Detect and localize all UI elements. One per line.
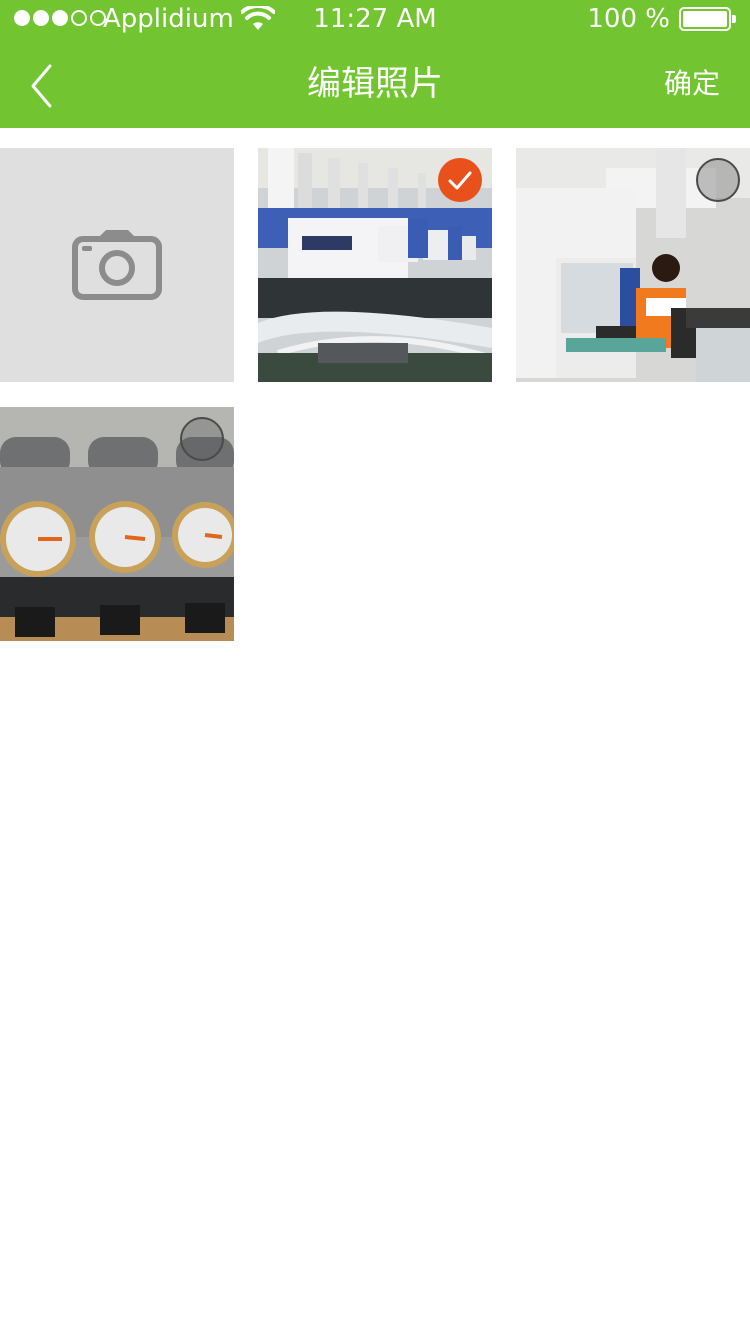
- battery-nub: [732, 15, 736, 23]
- confirm-button[interactable]: 确定: [664, 64, 720, 104]
- photo-thumbnail[interactable]: [516, 148, 750, 382]
- page-title: 编辑照片: [307, 64, 443, 104]
- checkmark-icon: [448, 171, 472, 190]
- battery-level: [683, 11, 727, 27]
- status-bar: Applidium 11:27 AM 100 %: [0, 0, 750, 40]
- top-bar: Applidium 11:27 AM 100 % 编辑照片 确定: [0, 0, 750, 128]
- photo-thumbnail[interactable]: [258, 148, 492, 382]
- battery-icon: [679, 7, 736, 31]
- selected-check-badge[interactable]: [438, 158, 482, 202]
- camera-icon: [72, 230, 162, 300]
- unselected-check-badge[interactable]: [180, 417, 224, 461]
- add-photo-tile[interactable]: [0, 148, 234, 382]
- unselected-check-badge[interactable]: [696, 158, 740, 202]
- battery-percent: 100 %: [587, 4, 670, 34]
- photo-thumbnail[interactable]: [0, 407, 234, 641]
